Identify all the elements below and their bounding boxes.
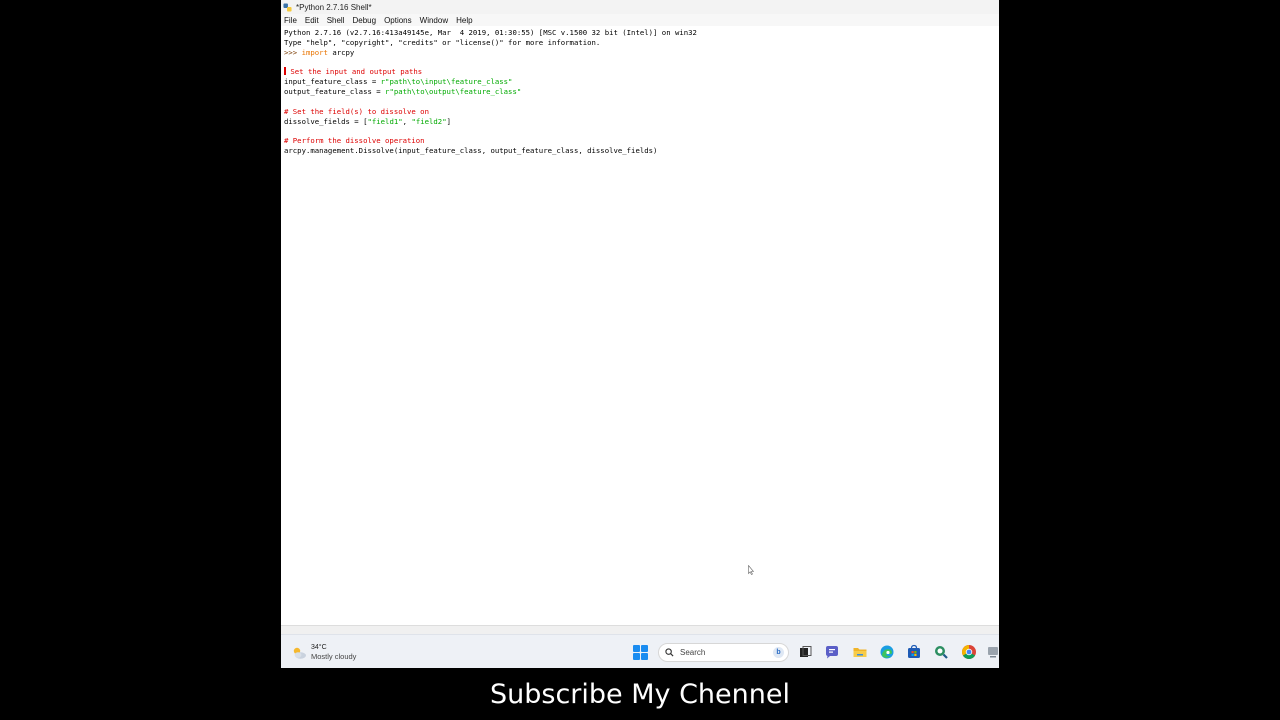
start-tile <box>641 645 648 652</box>
output-string: r"path\to\output\feature_class" <box>385 87 522 97</box>
shell-prompt: >>> <box>284 47 302 57</box>
menu-options[interactable]: Options <box>384 16 412 25</box>
taskbar-search-box[interactable]: Search b <box>658 643 789 662</box>
banner-line-1: Python 2.7.16 (v2.7.16:413a49145e, Mar 4… <box>284 28 697 37</box>
dissolve-end: ] <box>446 116 451 126</box>
cloud-sun-icon <box>293 647 306 659</box>
input-var: input_feature_class = <box>284 77 381 87</box>
input-string: r"path\to\input\feature_class" <box>380 77 513 87</box>
import-keyword: import <box>301 47 328 57</box>
input-assignment: input_feature_class = r"path\to\input\fe… <box>284 77 996 87</box>
output-assignment: output_feature_class = r"path\to\output\… <box>284 87 996 97</box>
start-tile <box>633 653 640 660</box>
taskbar: 34°C Mostly cloudy Search b <box>281 634 999 668</box>
bing-badge-icon: b <box>773 647 784 658</box>
window-title: *Python 2.7.16 Shell* <box>296 2 372 12</box>
network-icon[interactable] <box>987 644 999 660</box>
banner-line-2: Type "help", "copyright", "credits" or "… <box>284 37 601 47</box>
comment-input-output: Set the input and output paths <box>284 67 996 77</box>
file-explorer-icon[interactable] <box>852 644 868 660</box>
subscribe-caption-text: Subscribe My Chennel <box>489 678 790 710</box>
menu-help[interactable]: Help <box>456 16 472 25</box>
python-app-icon <box>283 2 292 12</box>
weather-temperature: 34°C <box>311 644 327 651</box>
menu-shell[interactable]: Shell <box>327 16 345 25</box>
video-caption: Subscribe My Chennel <box>0 668 1280 720</box>
start-button[interactable] <box>633 645 648 660</box>
comment-perform: # Perform the dissolve operation <box>284 136 425 146</box>
weather-description: Mostly cloudy <box>311 652 357 661</box>
teams-chat-icon[interactable] <box>824 644 840 660</box>
mouse-pointer-icon <box>748 565 754 575</box>
menu-file[interactable]: File <box>284 16 297 25</box>
menu-window[interactable]: Window <box>420 16 448 25</box>
dissolve-call: arcpy.management.Dissolve(input_feature_… <box>284 146 658 156</box>
import-module: arcpy <box>327 47 355 57</box>
status-strip <box>281 625 999 634</box>
dissolve-field2: "field2" <box>411 116 447 126</box>
dissolve-assignment: dissolve_fields = ["field1", "field2"] <box>284 117 996 127</box>
menu-bar: File Edit Shell Debug Options Window Hel… <box>281 14 999 26</box>
search-icon <box>665 648 674 657</box>
dissolve-var: dissolve_fields = [ <box>284 116 368 126</box>
menu-debug[interactable]: Debug <box>352 16 376 25</box>
import-line: >>> import arcpy <box>284 48 996 58</box>
comment-dissolve-fields: # Set the field(s) to dissolve on <box>284 106 429 116</box>
weather-widget[interactable]: 34°C Mostly cloudy <box>291 643 356 662</box>
dissolve-field1: "field1" <box>367 116 403 126</box>
chrome-icon[interactable] <box>961 644 977 660</box>
menu-edit[interactable]: Edit <box>305 16 319 25</box>
store-icon[interactable] <box>906 644 922 660</box>
title-bar[interactable]: *Python 2.7.16 Shell* <box>281 0 999 14</box>
start-tile <box>633 645 640 652</box>
idle-shell-window: *Python 2.7.16 Shell* File Edit Shell De… <box>281 0 999 668</box>
edge-icon[interactable] <box>879 644 895 660</box>
start-tile <box>641 653 648 660</box>
output-var: output_feature_class = <box>284 87 386 97</box>
task-view-icon[interactable] <box>797 644 813 660</box>
search-app-icon[interactable] <box>933 644 949 660</box>
shell-text-area[interactable]: Python 2.7.16 (v2.7.16:413a49145e, Mar 4… <box>281 27 999 625</box>
search-placeholder: Search <box>680 648 706 657</box>
comment-text: Set the input and output paths <box>286 67 423 77</box>
